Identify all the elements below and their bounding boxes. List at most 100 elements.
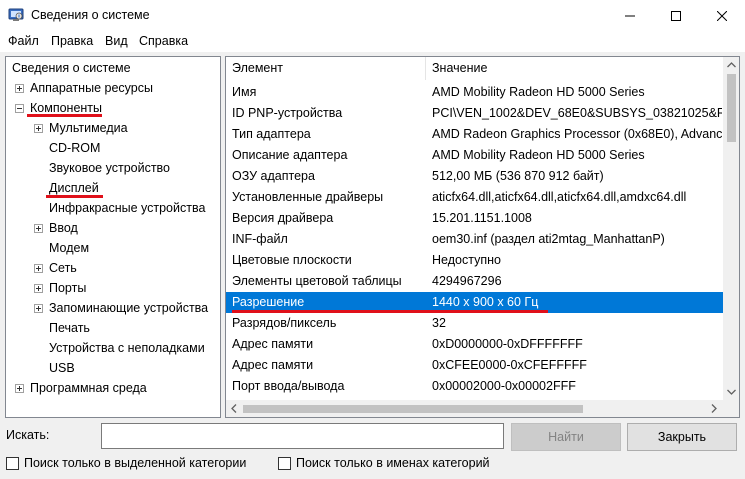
tree-item-sound-device[interactable]: Звуковое устройство [49,158,170,178]
row-value: oem30.inf (раздел ati2mtag_ManhattanP) [432,232,665,246]
tree-item-modem[interactable]: Модем [49,238,89,258]
tree-item-input[interactable]: Ввод [49,218,78,238]
table-row[interactable]: Адрес памяти 0xD0000000-0xDFFFFFFF [226,334,723,355]
expand-plus-icon[interactable] [34,224,43,233]
expand-plus-icon[interactable] [15,84,24,93]
tree-item-cdrom[interactable]: CD-ROM [49,138,100,158]
row-value: AMD Mobility Radeon HD 5000 Series [432,85,645,99]
row-element: Тип адаптера [232,127,311,141]
maximize-button[interactable] [653,0,699,31]
tree-item-software-environment[interactable]: Программная среда [30,378,147,398]
expand-plus-icon[interactable] [15,384,24,393]
selected-category-checkbox-label[interactable]: Поиск только в выделенной категории [24,456,246,470]
row-value: 0xD0000000-0xDFFFFFFF [432,337,583,351]
maximize-icon [671,10,681,21]
expand-plus-icon[interactable] [34,304,43,313]
table-row[interactable]: Разрядов/пиксель 32 [226,313,723,334]
search-label: Искать: [6,428,50,442]
tree-item-problem-devices[interactable]: Устройства с неполадками [49,338,205,358]
tree-item-network[interactable]: Сеть [49,258,77,278]
row-value: PCI\VEN_1002&DEV_68E0&SUBSYS_03821025&RE… [432,106,722,120]
tree-item-storage[interactable]: Запоминающие устройства [49,298,208,318]
table-row[interactable]: Имя AMD Mobility Radeon HD 5000 Series [226,82,723,103]
tree-item-multimedia[interactable]: Мультимедиа [49,118,128,138]
horizontal-scrollbar[interactable] [226,400,723,417]
tree-item-printing[interactable]: Печать [49,318,90,338]
row-value: Недоступно [432,253,501,267]
vertical-scroll-thumb[interactable] [727,74,736,142]
table-row[interactable]: Порт ввода/вывода 0x00002000-0x00002FFF [226,376,723,397]
table-row[interactable]: Адрес памяти 0xCFEE0000-0xCFEFFFFF [226,355,723,376]
row-value: 15.201.1151.1008 [432,211,532,225]
minimize-icon [625,15,635,16]
row-element: Адрес памяти [232,337,314,351]
expand-plus-icon[interactable] [34,124,43,133]
scroll-corner [723,400,739,417]
menu-file[interactable]: Файл [8,34,39,48]
menu-bar: Файл Правка Вид Справка [0,31,745,52]
category-names-checkbox[interactable] [278,457,291,470]
row-element: Порт ввода/вывода [232,379,345,393]
category-tree[interactable]: Сведения о системе Аппаратные ресурсы Ко… [5,56,221,418]
expand-plus-icon[interactable] [34,264,43,273]
row-element: Описание адаптера [232,148,348,162]
system-info-app-icon [8,8,24,21]
annotation-underline-display [46,195,103,198]
table-row[interactable]: Элементы цветовой таблицы 4294967296 [226,271,723,292]
tree-item-usb[interactable]: USB [49,358,75,378]
collapse-minus-icon[interactable] [15,104,24,113]
table-row[interactable]: ОЗУ адаптера 512,00 МБ (536 870 912 байт) [226,166,723,187]
table-row[interactable]: Описание адаптера AMD Mobility Radeon HD … [226,145,723,166]
row-value: 0xCFEE0000-0xCFEFFFFF [432,358,587,372]
row-element: Элементы цветовой таблицы [232,274,402,288]
row-element: ID PNP-устройства [232,106,343,120]
table-row[interactable]: Цветовые плоскости Недоступно [226,250,723,271]
row-value: aticfx64.dll,aticfx64.dll,aticfx64.dll,a… [432,190,687,204]
row-element: Версия драйвера [232,211,334,225]
table-row[interactable]: INF-файл oem30.inf (раздел ati2mtag_Manha… [226,229,723,250]
menu-edit[interactable]: Правка [51,34,93,48]
row-value: 0x00002000-0x00002FFF [432,379,576,393]
title-bar: Сведения о системе [0,0,745,31]
vertical-scrollbar[interactable] [723,57,739,400]
category-names-checkbox-label[interactable]: Поиск только в именах категорий [296,456,490,470]
tree-item-infrared[interactable]: Инфракрасные устройства [49,198,205,218]
table-row[interactable]: Версия драйвера 15.201.1151.1008 [226,208,723,229]
minimize-button[interactable] [607,0,653,31]
annotation-underline-resolution [232,310,548,313]
row-element: Адрес памяти [232,358,314,372]
search-input[interactable] [101,423,504,449]
scroll-up-icon[interactable] [727,62,736,68]
row-element: INF-файл [232,232,288,246]
selected-category-checkbox[interactable] [6,457,19,470]
row-value: AMD Radeon Graphics Processor (0x68E0), … [432,127,722,141]
scroll-down-icon[interactable] [727,389,736,395]
table-row[interactable]: Тип адаптера AMD Radeon Graphics Processo… [226,124,723,145]
close-window-button[interactable] [699,0,745,31]
table-row[interactable]: Установленные драйверы aticfx64.dll,aticf… [226,187,723,208]
close-icon [717,10,727,21]
row-value: AMD Mobility Radeon HD 5000 Series [432,148,645,162]
scroll-left-icon[interactable] [231,404,237,413]
find-button[interactable]: Найти [511,423,621,451]
grid-header: Элемент Значение [226,57,723,80]
scroll-right-icon[interactable] [711,404,717,413]
menu-view[interactable]: Вид [105,34,128,48]
row-element: Цветовые плоскости [232,253,352,267]
row-value: 32 [432,316,446,330]
column-header-element[interactable]: Элемент [226,57,283,80]
menu-help[interactable]: Справка [139,34,188,48]
row-element: Имя [232,85,257,99]
row-element: ОЗУ адаптера [232,169,315,183]
expand-plus-icon[interactable] [34,284,43,293]
tree-item-ports[interactable]: Порты [49,278,86,298]
close-button[interactable]: Закрыть [627,423,737,451]
details-grid[interactable]: Элемент Значение Имя AMD Mobility Radeon … [225,56,740,418]
tree-root[interactable]: Сведения о системе [12,58,131,78]
table-row[interactable]: ID PNP-устройства PCI\VEN_1002&DEV_68E0&S… [226,103,723,124]
tree-item-hardware-resources[interactable]: Аппаратные ресурсы [30,78,153,98]
horizontal-scroll-thumb[interactable] [243,405,583,413]
row-value: 512,00 МБ (536 870 912 байт) [432,169,604,183]
window-title: Сведения о системе [31,8,150,22]
column-header-value[interactable]: Значение [426,57,487,80]
